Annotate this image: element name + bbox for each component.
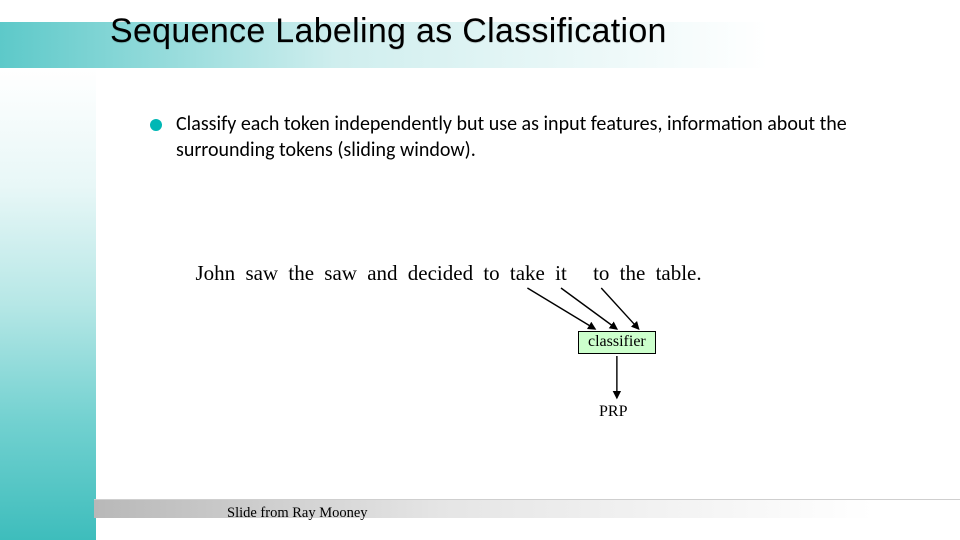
sentence-word: take xyxy=(507,261,547,286)
body-content: Classify each token independently but us… xyxy=(150,112,920,163)
sentence-word: John xyxy=(193,261,238,286)
sentence-word: saw xyxy=(243,261,281,286)
sentence-word: saw xyxy=(322,261,360,286)
left-accent-column xyxy=(0,68,96,540)
sentence-word: it xyxy=(553,261,570,286)
bullet-icon xyxy=(150,119,162,131)
bullet-text: Classify each token independently but us… xyxy=(176,112,896,163)
attribution-text: Slide from Ray Mooney xyxy=(227,505,368,522)
sentence-word: the xyxy=(286,261,317,286)
sentence-word: the xyxy=(617,261,648,286)
footer-bar xyxy=(94,499,960,518)
example-sentence: John saw the saw and decided to take it … xyxy=(193,261,704,286)
page-title: Sequence Labeling as Classification xyxy=(110,12,667,51)
sentence-word: to xyxy=(591,261,612,286)
classifier-output-tag: PRP xyxy=(599,403,627,421)
sentence-word: decided xyxy=(405,261,475,286)
sentence-word: table. xyxy=(653,261,704,286)
classifier-box: classifier xyxy=(578,331,656,354)
sentence-word: and xyxy=(365,261,400,286)
slide-root: Sequence Labeling as Classification Clas… xyxy=(0,0,960,540)
bullet-item: Classify each token independently but us… xyxy=(150,112,920,163)
sentence-word: to xyxy=(481,261,502,286)
